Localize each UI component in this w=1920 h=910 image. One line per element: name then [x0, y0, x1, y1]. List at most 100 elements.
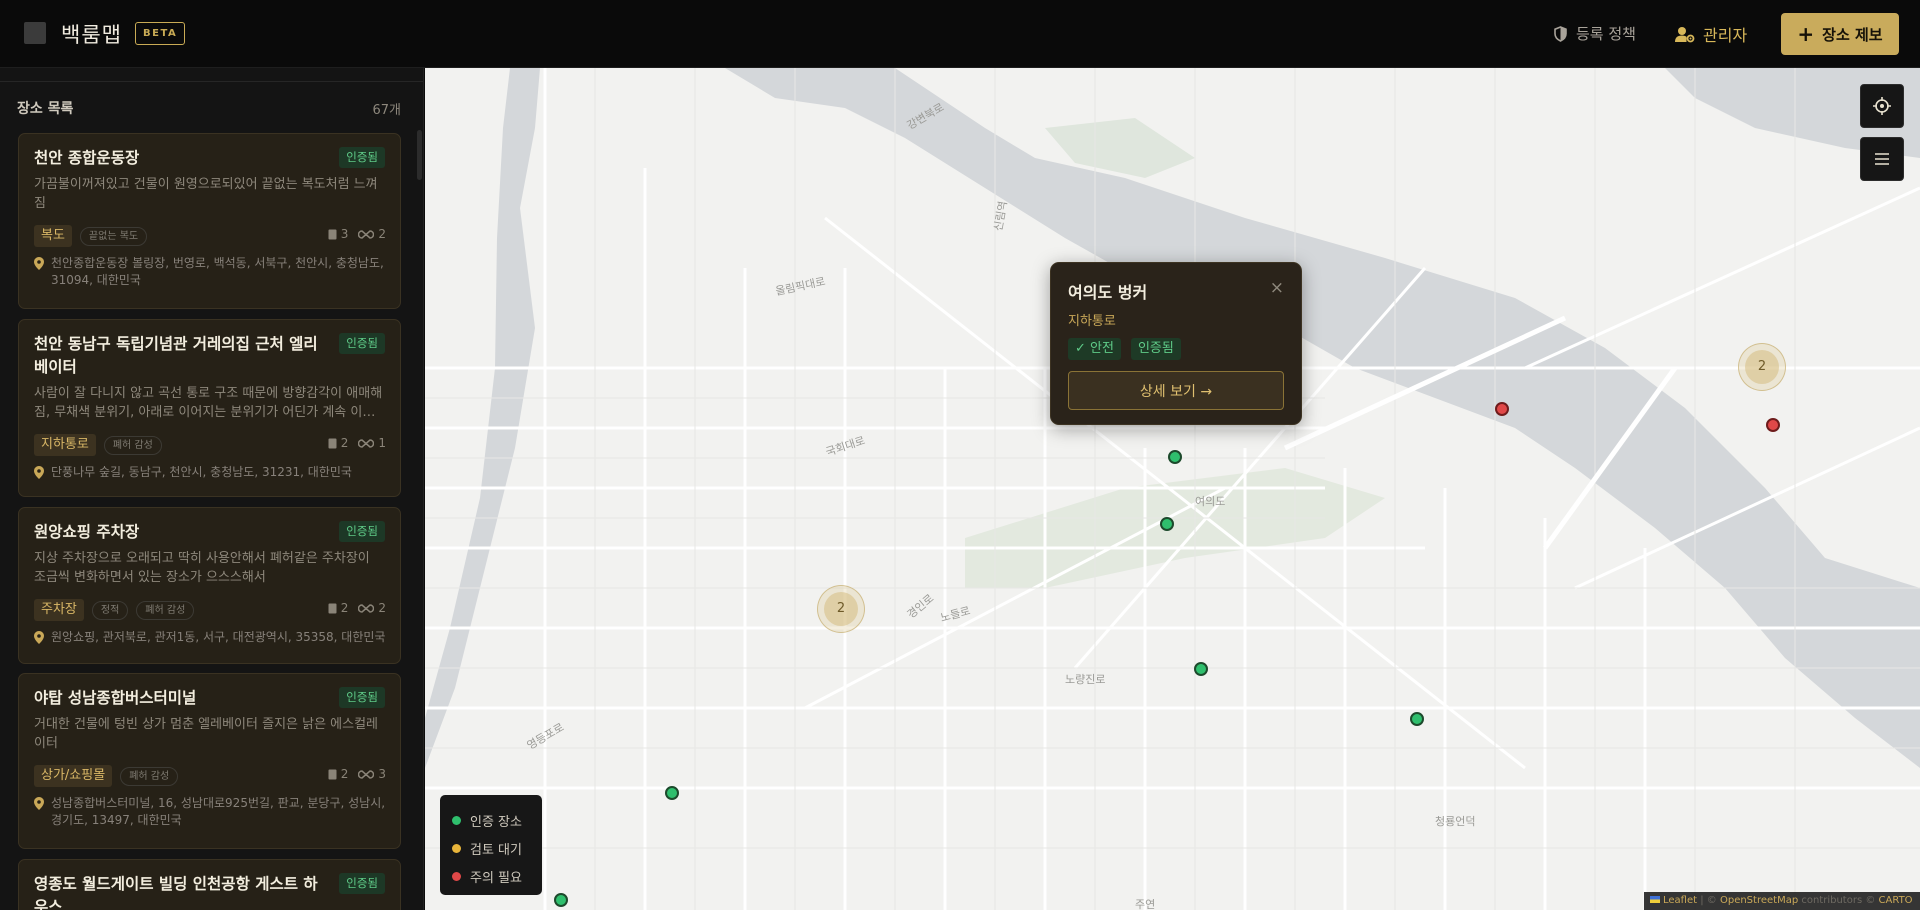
map-marker-verified[interactable] — [1160, 517, 1174, 531]
menu-button[interactable] — [1860, 137, 1904, 181]
scrollbar-thumb[interactable] — [417, 130, 422, 180]
place-popup: 여의도 벙커 × 지하통로 ✓ 안전 인증됨 상세 보기 → — [1050, 262, 1302, 425]
place-card[interactable]: 영종도 월드게이트 빌딩 인천공항 게스트 하우스 인증됨 — [18, 859, 401, 910]
crosshair-icon — [1873, 97, 1891, 115]
card-stats: 3 2 — [328, 227, 386, 241]
report-place-button[interactable]: + 장소 제보 — [1781, 13, 1899, 55]
map-marker-verified[interactable] — [1194, 662, 1208, 676]
map-marker-caution[interactable] — [1495, 402, 1509, 416]
category-tag: 복도 — [34, 225, 72, 247]
close-icon[interactable]: × — [1270, 278, 1284, 298]
place-card[interactable]: 야탑 성남종합버스터미널 인증됨 거대한 건물에 텅빈 상가 멈춘 엘레베이터 … — [18, 673, 401, 849]
doc-count: 2 — [340, 767, 349, 781]
card-title: 원앙쇼핑 주차장 — [34, 523, 140, 541]
locate-button[interactable] — [1860, 84, 1904, 128]
doc-count: 2 — [340, 601, 349, 615]
shield-icon — [1554, 25, 1567, 42]
legend-item-certified: 인증 장소 — [452, 806, 530, 834]
cluster-count: 2 — [1745, 350, 1779, 384]
legend-label: 인증 장소 — [470, 814, 522, 830]
popup-tags: ✓ 안전 인증됨 — [1068, 338, 1284, 360]
policy-label: 등록 정책 — [1576, 25, 1636, 43]
address-text: 원앙쇼핑, 관저북로, 관저1동, 서구, 대전광역시, 35358, 대한민국 — [51, 630, 386, 644]
marker-cluster[interactable]: 2 — [817, 585, 865, 633]
address-text: 단풍나무 숲길, 동남구, 천안시, 충청남도, 31231, 대한민국 — [51, 465, 352, 479]
marker-cluster[interactable]: 2 — [1738, 343, 1786, 391]
link-count: 1 — [378, 436, 386, 450]
verified-badge: 인증됨 — [339, 147, 385, 168]
leaflet-link[interactable]: Leaflet — [1663, 895, 1697, 906]
map-marker-verified[interactable] — [1168, 450, 1182, 464]
place-card[interactable]: 천안 동남구 독립기념관 거레의집 근처 엘리베이터 인증됨 사람이 잘 다니지… — [18, 319, 401, 497]
attribution-sep: | © — [1697, 895, 1720, 906]
card-tags: 주차장 정적 폐허 감성 2 2 — [34, 599, 386, 621]
view-details-button[interactable]: 상세 보기 → — [1068, 371, 1284, 410]
link-count: 2 — [378, 601, 386, 615]
card-stats: 2 1 — [328, 436, 386, 450]
category-tag: 상가/쇼핑몰 — [34, 765, 113, 787]
document-icon — [328, 769, 337, 779]
link-icon — [358, 769, 375, 779]
map-legend: 인증 장소 검토 대기 주의 필요 — [440, 795, 542, 895]
card-title: 천안 종합운동장 — [34, 149, 140, 167]
card-description: 지상 주차장으로 오래되고 딱히 사용안해서 폐허같은 주차장이 조금씩 변화하… — [34, 551, 370, 585]
legend-label: 검토 대기 — [470, 842, 522, 858]
plus-icon: + — [1797, 22, 1815, 46]
policy-link[interactable]: 등록 정책 — [1553, 23, 1636, 44]
logo-icon[interactable] — [24, 22, 46, 44]
map-base-tiles — [425, 68, 1920, 910]
admin-link[interactable]: 관리자 — [1675, 22, 1747, 46]
sidebar: 장소 목록 67개 천안 종합운동장 인증됨 가끔불이꺼져있고 건물이 원영으로… — [0, 68, 424, 910]
yellow-dot-icon — [452, 843, 461, 853]
list-title: 장소 목록 — [17, 101, 74, 117]
address-text: 성남종합버스터미널, 16, 성남대로925번길, 판교, 분당구, 성남시, … — [51, 796, 386, 827]
card-stats: 2 3 — [328, 767, 386, 781]
verified-badge: 인증됨 — [339, 521, 385, 542]
map-marker-verified[interactable] — [554, 893, 568, 907]
link-icon — [358, 438, 375, 448]
verified-badge: 인증됨 — [1130, 338, 1181, 360]
red-dot-icon — [452, 871, 461, 881]
safe-badge: ✓ 안전 — [1068, 338, 1121, 360]
doc-count: 3 — [340, 227, 349, 241]
popup-title: 여의도 벙커 — [1068, 283, 1148, 302]
map-marker-verified[interactable] — [665, 786, 679, 800]
place-card[interactable]: 천안 종합운동장 인증됨 가끔불이꺼져있고 건물이 원영으로되있어 끝없는 복도… — [18, 133, 401, 309]
verified-badge: 인증됨 — [339, 873, 385, 894]
feature-tag: 폐허 감성 — [103, 435, 162, 455]
card-tags: 복도 끝없는 복도 3 2 — [34, 225, 386, 247]
carto-link[interactable]: CARTO — [1879, 895, 1913, 906]
pin-icon — [34, 466, 44, 479]
map-marker-caution[interactable] — [1766, 418, 1780, 432]
doc-count: 2 — [340, 436, 349, 450]
flag-icon — [1650, 896, 1660, 903]
osm-link[interactable]: OpenStreetMap — [1720, 895, 1798, 906]
category-tag: 주차장 — [34, 599, 84, 621]
popup-category: 지하통로 — [1068, 314, 1116, 329]
address-text: 천안종합운동장 볼링장, 번영로, 백석동, 서북구, 천안시, 충청남도, 3… — [51, 256, 384, 287]
top-bar: 백룸맵 BETA 등록 정책 관리자 + 장소 제보 — [0, 0, 1920, 68]
card-address: 천안종합운동장 볼링장, 번영로, 백석동, 서북구, 천안시, 충청남도, 3… — [34, 255, 386, 289]
feature-tag: 폐허 감성 — [136, 600, 195, 620]
map-marker-verified[interactable] — [1410, 712, 1424, 726]
document-icon — [328, 438, 337, 448]
link-count: 2 — [378, 227, 386, 241]
divider — [0, 81, 423, 82]
verified-badge: 인증됨 — [339, 333, 385, 354]
card-tags: 지하통로 폐허 감성 2 1 — [34, 434, 386, 456]
beta-badge: BETA — [135, 22, 186, 45]
feature-tag: 폐허 감성 — [120, 766, 179, 786]
map-attribution: Leaflet | © OpenStreetMap contributors ©… — [1644, 892, 1920, 910]
pin-icon — [34, 257, 44, 270]
cluster-count: 2 — [824, 592, 858, 626]
link-icon — [358, 603, 375, 613]
app-title[interactable]: 백룸맵 — [61, 19, 122, 49]
admin-label: 관리자 — [1703, 26, 1748, 45]
report-label: 장소 제보 — [1822, 25, 1883, 44]
attribution-contrib: contributors © — [1798, 895, 1879, 906]
card-description: 사람이 잘 다니지 않고 곡선 통로 구조 때문에 방향감각이 애매해짐, 무채… — [34, 386, 383, 420]
green-dot-icon — [452, 815, 461, 825]
place-card[interactable]: 원앙쇼핑 주차장 인증됨 지상 주차장으로 오래되고 딱히 사용안해서 폐허같은… — [18, 507, 401, 664]
map-canvas[interactable]: 강변북로 올림픽대로 여의대로 노량진로 노들로 여의도 한강 청룡언덕 주연 … — [425, 68, 1920, 910]
legend-item-caution: 주의 필요 — [452, 862, 530, 890]
